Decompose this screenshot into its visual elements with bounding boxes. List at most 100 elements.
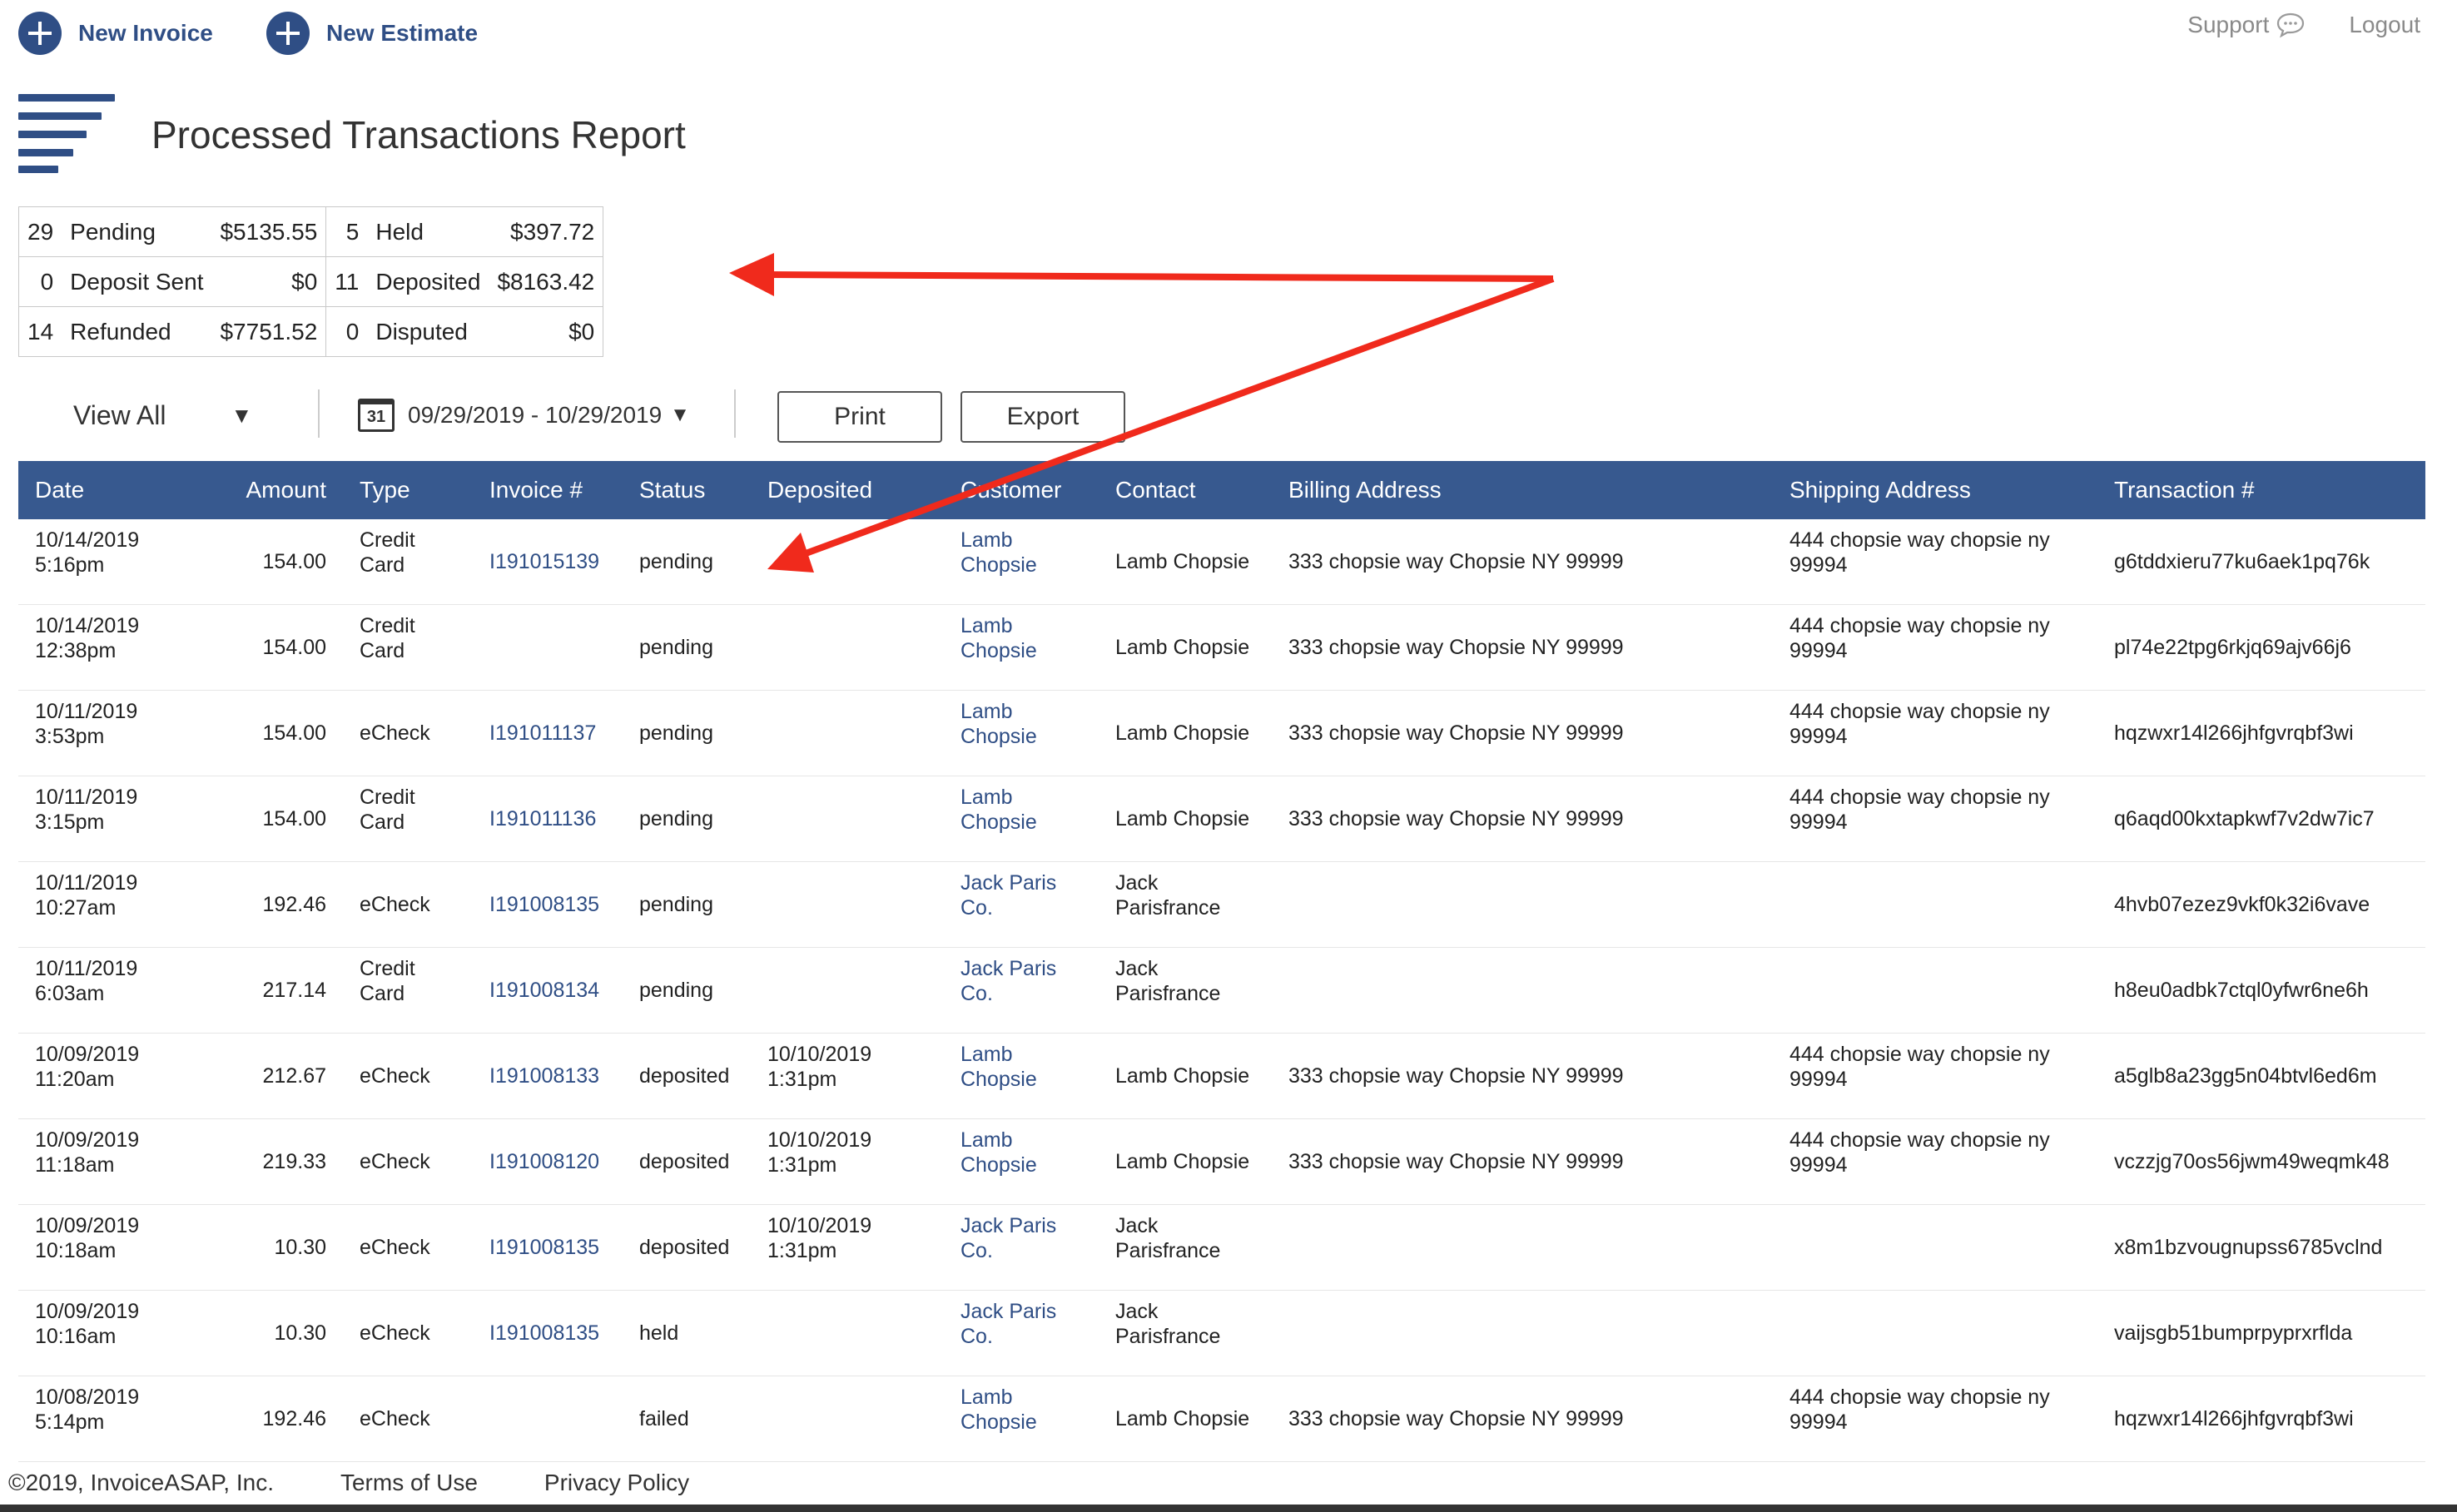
summary-amount: $0 (211, 256, 327, 307)
column-header[interactable]: Deposited (751, 461, 944, 519)
cell-invoice[interactable]: I191011136 (473, 776, 623, 862)
type-text: Credit (360, 528, 415, 552)
cell-transaction: g6tddxieru77ku6aek1pq76k (2097, 519, 2425, 605)
cell-customer[interactable]: Lamb Chopsie (944, 1033, 1099, 1119)
cell-invoice[interactable]: I191008120 (473, 1118, 623, 1205)
cell-invoice[interactable]: I191015139 (473, 519, 623, 605)
customer-link[interactable]: Lamb (960, 699, 1099, 724)
cell-transaction: 4hvb07ezez9vkf0k32i6vave (2097, 861, 2425, 948)
cell-customer[interactable]: Lamb Chopsie (944, 690, 1099, 776)
customer-link[interactable]: Co. (960, 895, 1099, 920)
customer-link[interactable]: Jack Paris (960, 1213, 1099, 1238)
date-range-picker[interactable]: 31 09/29/2019 - 10/29/2019 ▼ (358, 384, 690, 446)
cell-deposited (751, 1290, 944, 1376)
customer-link[interactable]: Jack Paris (960, 956, 1099, 981)
column-header[interactable]: Billing Address (1272, 461, 1773, 519)
customer-link[interactable]: Lamb (960, 528, 1099, 553)
cell-type: eCheck (343, 690, 473, 776)
new-estimate-button[interactable]: New Estimate (266, 12, 478, 55)
table-row[interactable]: 10/14/2019 12:38pm 154.00 Credit Card pending… (18, 604, 2425, 691)
table-row[interactable]: 10/09/2019 11:18am 219.33 eCheck I191008120 d… (18, 1118, 2425, 1205)
customer-link[interactable]: Co. (960, 1238, 1099, 1263)
column-header[interactable]: Date (18, 461, 193, 519)
cell-invoice[interactable]: I191008133 (473, 1033, 623, 1119)
customer-link[interactable]: Chopsie (960, 638, 1099, 663)
cell-amount: 192.46 (193, 861, 343, 948)
table-row[interactable]: 10/11/2019 10:27am 192.46 eCheck I191008135 p… (18, 861, 2425, 948)
cell-customer[interactable]: Lamb Chopsie (944, 776, 1099, 862)
shipping-text: 444 chopsie way chopsie ny (1789, 786, 2050, 809)
table-row[interactable]: 10/09/2019 11:20am 212.67 eCheck I191008133 d… (18, 1033, 2425, 1119)
new-invoice-button[interactable]: New Invoice (18, 12, 213, 55)
terms-link[interactable]: Terms of Use (340, 1470, 478, 1496)
cell-invoice[interactable]: I191008135 (473, 1204, 623, 1291)
type-text: Card (360, 639, 405, 662)
column-header[interactable]: Customer (944, 461, 1099, 519)
privacy-link[interactable]: Privacy Policy (544, 1470, 689, 1496)
cell-customer[interactable]: Jack Paris Co. (944, 1204, 1099, 1291)
export-button[interactable]: Export (960, 391, 1125, 443)
cell-customer[interactable]: Lamb Chopsie (944, 1118, 1099, 1205)
print-button[interactable]: Print (777, 391, 942, 443)
customer-link[interactable]: Lamb (960, 785, 1099, 810)
table-row[interactable]: 10/09/2019 10:18am 10.30 eCheck I191008135 de… (18, 1204, 2425, 1291)
column-header[interactable]: Invoice # (473, 461, 623, 519)
time-text: 3:53pm (35, 725, 105, 748)
table-row[interactable]: 10/11/2019 3:53pm 154.00 eCheck I191011137 pe… (18, 690, 2425, 776)
column-header[interactable]: Amount (193, 461, 343, 519)
cell-customer[interactable]: Lamb Chopsie (944, 604, 1099, 691)
cell-deposited (751, 1376, 944, 1462)
customer-link[interactable]: Co. (960, 981, 1099, 1006)
type-text: Credit (360, 786, 415, 809)
column-header[interactable]: Contact (1099, 461, 1272, 519)
customer-link[interactable]: Lamb (960, 1385, 1099, 1410)
time-text: 11:20am (35, 1068, 115, 1091)
customer-link[interactable]: Jack Paris (960, 1299, 1099, 1324)
cell-invoice[interactable]: I191011137 (473, 690, 623, 776)
table-row[interactable]: 10/08/2019 5:14pm 192.46 eCheck failed Lamb Ch… (18, 1376, 2425, 1462)
cell-customer[interactable]: Jack Paris Co. (944, 947, 1099, 1034)
table-row[interactable]: 10/14/2019 5:16pm 154.00 Credit Card I1910151… (18, 519, 2425, 605)
cell-invoice[interactable]: I191008135 (473, 861, 623, 948)
customer-link[interactable]: Chopsie (960, 1410, 1099, 1435)
customer-link[interactable]: Chopsie (960, 1153, 1099, 1177)
column-header[interactable]: Type (343, 461, 473, 519)
shipping-text: 99994 (1789, 639, 1848, 662)
summary-label: Deposit Sent (63, 256, 212, 307)
customer-link[interactable]: Chopsie (960, 810, 1099, 835)
cell-status: pending (623, 690, 751, 776)
customer-link[interactable]: Chopsie (960, 553, 1099, 578)
summary-count: 29 (18, 206, 64, 257)
customer-link[interactable]: Chopsie (960, 724, 1099, 749)
column-header[interactable]: Status (623, 461, 751, 519)
table-row[interactable]: 10/11/2019 6:03am 217.14 Credit Card I1910081… (18, 947, 2425, 1034)
view-filter-dropdown[interactable]: View All ▼ (73, 384, 252, 446)
cell-type: eCheck (343, 1033, 473, 1119)
type-text: eCheck (360, 1321, 430, 1345)
cell-deposited (751, 690, 944, 776)
cell-customer[interactable]: Lamb Chopsie (944, 1376, 1099, 1462)
support-link[interactable]: Support (2187, 12, 2306, 38)
customer-link[interactable]: Lamb (960, 613, 1099, 638)
customer-link[interactable]: Lamb (960, 1128, 1099, 1153)
shipping-text: 99994 (1789, 811, 1848, 834)
cell-transaction: hqzwxr14l266jhfgvrqbf3wi (2097, 690, 2425, 776)
customer-link[interactable]: Lamb (960, 1042, 1099, 1067)
cell-invoice[interactable]: I191008134 (473, 947, 623, 1034)
customer-link[interactable]: Co. (960, 1324, 1099, 1349)
table-row[interactable]: 10/09/2019 10:16am 10.30 eCheck I191008135 he… (18, 1290, 2425, 1376)
customer-link[interactable]: Jack Paris (960, 870, 1099, 895)
cell-transaction: pl74e22tpg6rkjq69ajv66j6 (2097, 604, 2425, 691)
customer-link[interactable]: Chopsie (960, 1067, 1099, 1092)
table-row[interactable]: 10/11/2019 3:15pm 154.00 Credit Card I1910111… (18, 776, 2425, 862)
column-header[interactable]: Transaction # (2097, 461, 2425, 519)
view-filter-label: View All (73, 399, 166, 430)
column-header[interactable]: Shipping Address (1773, 461, 2097, 519)
logout-link[interactable]: Logout (2349, 12, 2420, 38)
cell-customer[interactable]: Jack Paris Co. (944, 861, 1099, 948)
type-text: eCheck (360, 1407, 430, 1430)
cell-customer[interactable]: Lamb Chopsie (944, 519, 1099, 605)
cell-customer[interactable]: Jack Paris Co. (944, 1290, 1099, 1376)
cell-invoice[interactable]: I191008135 (473, 1290, 623, 1376)
caret-down-icon: ▼ (670, 404, 690, 426)
